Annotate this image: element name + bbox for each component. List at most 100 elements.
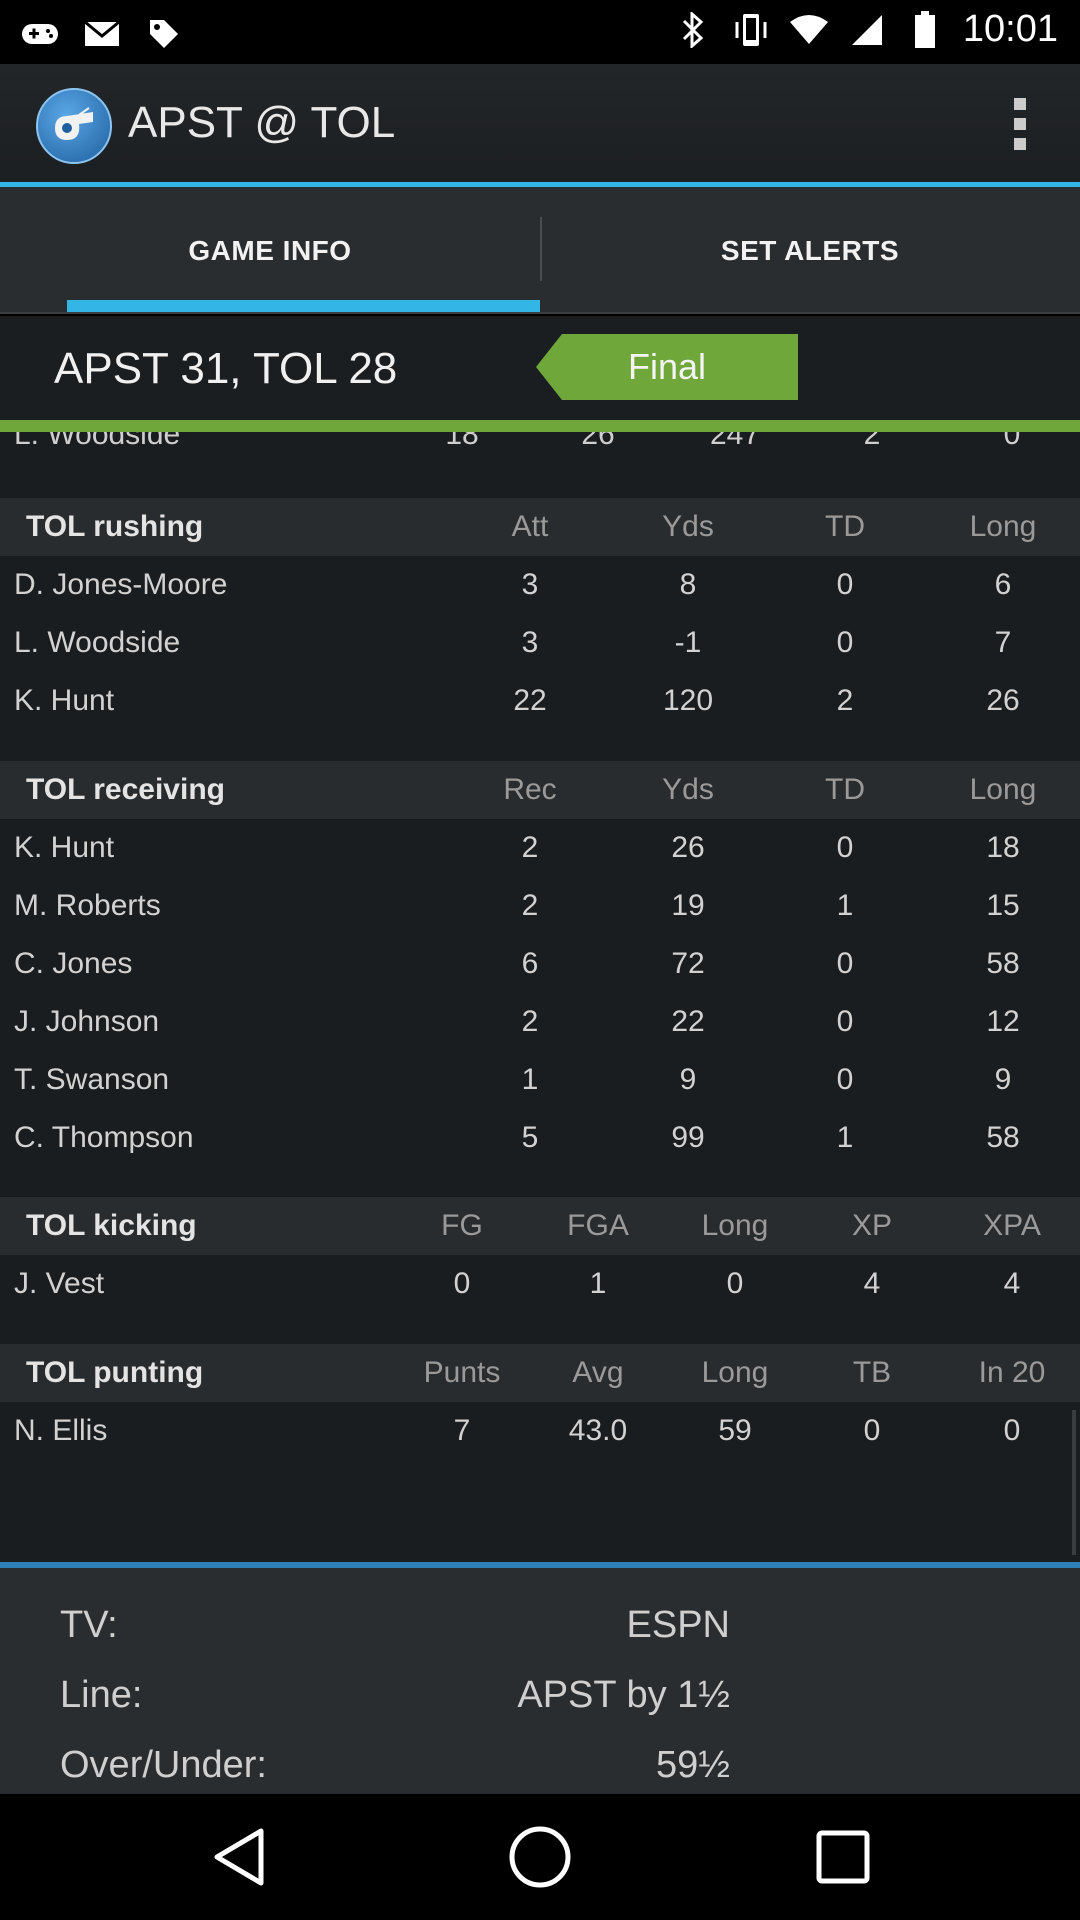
tab-set-alerts-label: SET ALERTS [720,234,900,266]
stat-cell: 5 [521,1121,539,1154]
whistle-icon[interactable] [36,88,112,164]
game-status-badge: Final [536,334,798,400]
tab-bar: GAME INFO SET ALERTS [0,187,1080,314]
stat-cell: 3 [521,626,539,659]
bluetooth-icon [673,10,713,50]
stat-cell: 9 [679,1063,697,1096]
overflow-menu-icon[interactable] [990,94,1050,154]
table-row: C. Jones 6 72 0 58 [0,935,1080,993]
stat-cell: 43.0 [568,1414,628,1447]
player-name: L. Woodside [14,626,181,659]
table-row: K. Hunt 22 120 2 26 [0,672,1080,730]
table-row: L. Woodside 3 -1 0 7 [0,614,1080,672]
stat-cell: 0 [726,1267,744,1300]
column-header: Avg [572,1356,624,1389]
table-row: C. Thompson 5 99 1 58 [0,1109,1080,1167]
punting-section: TOL punting Punts Avg Long TB In 20 N. E… [0,1344,1080,1460]
stat-cell: 0 [1003,1414,1021,1447]
table-row: L. Woodside 18 26 247 2 0 [0,432,1080,458]
over-under-label: Over/Under: [60,1744,267,1786]
back-icon[interactable] [204,1822,274,1892]
wifi-icon [789,10,829,50]
tab-set-alerts[interactable]: SET ALERTS [540,187,1080,314]
stat-cell: 9 [994,1063,1012,1096]
stat-cell: 4 [1003,1267,1021,1300]
table-row: K. Hunt 2 26 0 18 [0,819,1080,877]
stat-cell: 1 [836,889,854,922]
stat-cell: 6 [994,568,1012,601]
player-name: J. Johnson [14,1005,160,1038]
receiving-section: TOL receiving Rec Yds TD Long K. Hunt 2 … [0,761,1080,1167]
over-under-value: 59½ [656,1744,730,1786]
tabs-underline [0,312,1080,314]
section-title: TOL rushing [26,510,204,543]
line-value: APST by 1½ [517,1674,730,1716]
column-header: In 20 [978,1356,1046,1389]
player-name: K. Hunt [14,831,115,864]
vibrate-icon [731,10,771,50]
stat-cell: 0 [836,831,854,864]
player-name: M. Roberts [14,889,161,922]
stat-cell: 12 [986,1005,1020,1038]
action-bar: APST @ TOL [0,64,1080,184]
column-header: Long [701,1209,769,1242]
stat-cell: 2 [521,889,539,922]
stat-cell: 2 [521,831,539,864]
table-row: T. Swanson 1 9 0 9 [0,1051,1080,1109]
column-header: Rec [503,773,557,806]
stat-cell: 99 [671,1121,705,1154]
rushing-section: TOL rushing Att Yds TD Long D. Jones-Moo… [0,498,1080,730]
stat-cell: 1 [521,1063,539,1096]
recents-icon[interactable] [808,1822,878,1892]
stat-cell: 58 [986,1121,1020,1154]
stat-cell: 3 [521,568,539,601]
navigation-bar [0,1794,1080,1920]
stat-cell: 18 [445,432,479,451]
stat-cell: 59 [718,1414,752,1447]
home-icon[interactable] [505,1822,575,1892]
stat-cell: 8 [679,568,697,601]
tab-divider [540,217,542,281]
stats-scroll-area[interactable]: L. Woodside 18 26 247 2 0 TOL rushing At… [0,432,1080,1562]
stat-cell: 0 [836,1063,854,1096]
tab-game-info[interactable]: GAME INFO [0,187,540,314]
scrollbar[interactable] [1072,1410,1076,1555]
stat-cell: 0 [836,626,854,659]
table-row: J. Johnson 2 22 0 12 [0,993,1080,1051]
column-header: TB [852,1356,892,1389]
player-name: C. Jones [14,947,133,980]
signal-icon [847,10,887,50]
player-name: D. Jones-Moore [14,568,228,601]
section-header: TOL rushing Att Yds TD Long [0,498,1080,556]
stat-cell: 120 [662,684,714,717]
stat-cell: 0 [836,1005,854,1038]
stat-cell: 26 [671,831,705,864]
game-info-panel: TV: ESPN Line: APST by 1½ Over/Under: 59… [0,1568,1080,1794]
mail-icon [82,14,122,54]
kicking-section: TOL kicking FG FGA Long XP XPA J. Vest 0… [0,1197,1080,1313]
stat-cell: 19 [671,889,705,922]
player-name: N. Ellis [14,1414,108,1447]
stat-cell: 22 [513,684,547,717]
stat-cell: 247 [709,432,761,451]
section-header: TOL punting Punts Avg Long TB In 20 [0,1344,1080,1402]
stat-cell: 26 [986,684,1020,717]
player-name: T. Swanson [14,1063,170,1096]
table-row: D. Jones-Moore 3 8 0 6 [0,556,1080,614]
stat-cell: 58 [986,947,1020,980]
table-row: N. Ellis 7 43.0 59 0 0 [0,1402,1080,1460]
stat-cell: 4 [863,1267,881,1300]
stat-cell: 1 [836,1121,854,1154]
column-header: Punts [423,1356,501,1389]
status-bar: 10:01 [0,0,1080,64]
player-name: C. Thompson [14,1121,194,1154]
tv-label: TV: [60,1604,118,1646]
score-accent-bar [0,420,1080,432]
stat-cell: 22 [671,1005,705,1038]
app-title: APST @ TOL [128,98,396,147]
column-header: Long [701,1356,769,1389]
stat-cell: 7 [994,626,1012,659]
stat-cell: 1 [589,1267,607,1300]
stat-cell: 72 [671,947,705,980]
column-header: Yds [662,773,714,806]
